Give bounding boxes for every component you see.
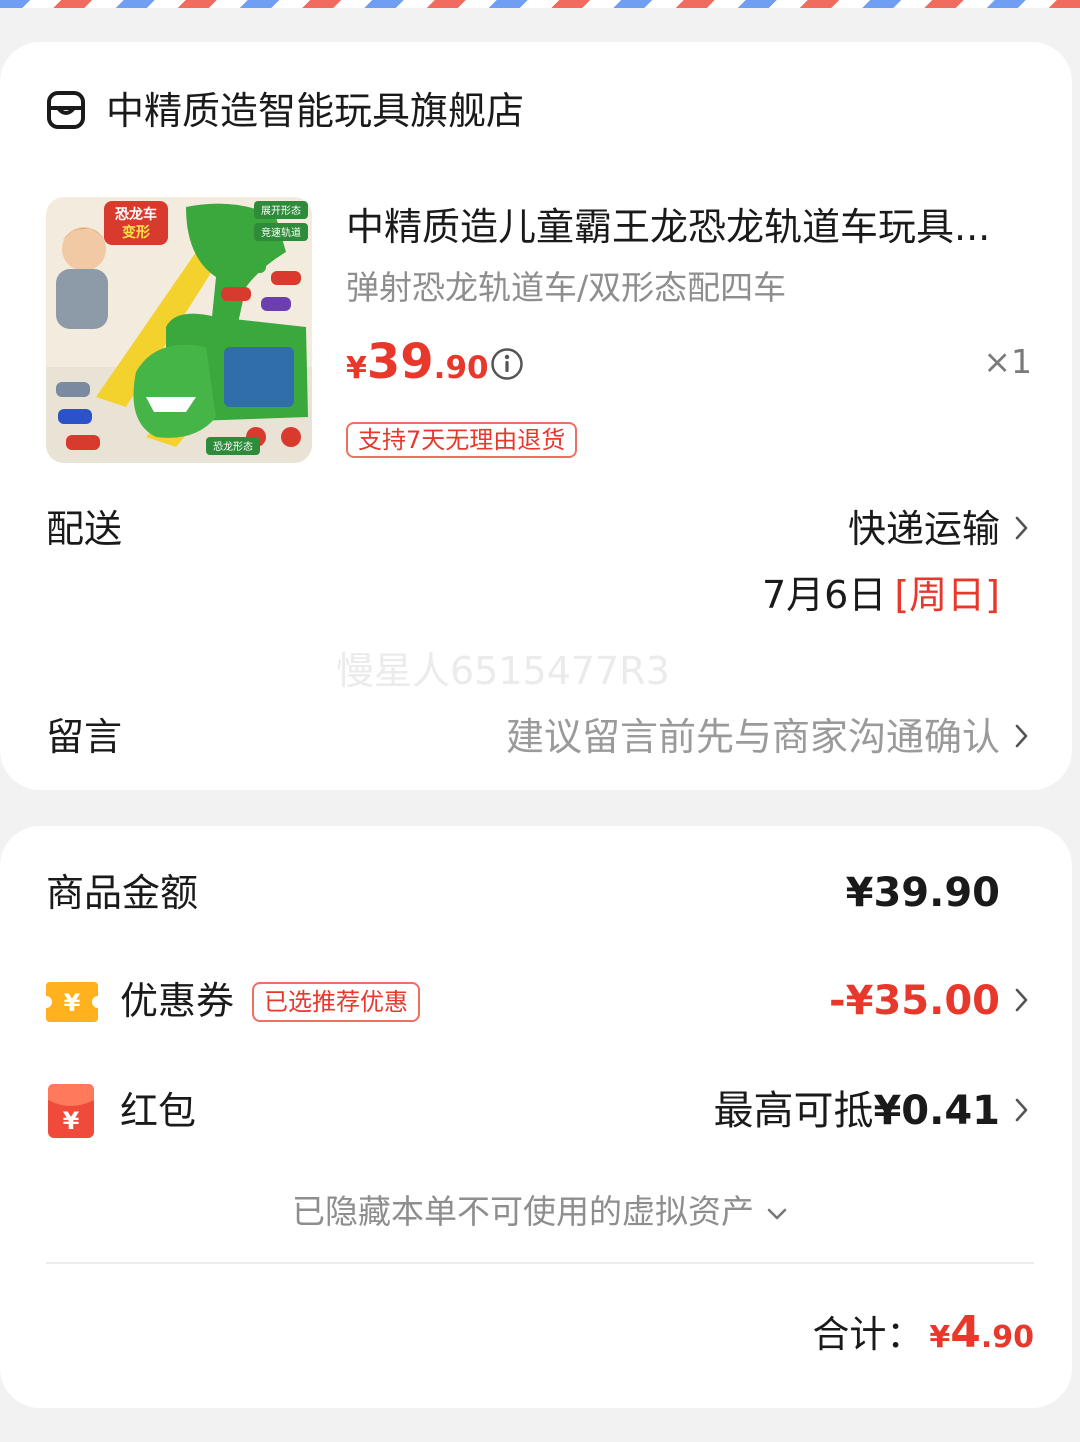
info-icon[interactable]	[490, 347, 524, 381]
hidden-assets-toggle[interactable]: 已隐藏本单不可使用的虚拟资产	[0, 1190, 1080, 1234]
total-currency: ¥	[929, 1320, 951, 1355]
coupon-icon-glyph: ¥	[64, 989, 81, 1017]
goods-amount-label: 商品金额	[46, 871, 199, 915]
store-icon	[47, 91, 85, 129]
store-name[interactable]: 中精质造智能玩具旗舰店	[106, 86, 524, 136]
divider	[46, 1262, 1034, 1264]
airmail-stripe	[0, 0, 1080, 8]
chevron-down-icon	[767, 1208, 787, 1219]
image-badge-line2: 变形	[122, 224, 150, 241]
delivery-weekday: [周日]	[894, 573, 1000, 617]
hidden-assets-text: 已隐藏本单不可使用的虚拟资产	[292, 1192, 754, 1231]
image-tag-3: 恐龙形态	[213, 440, 253, 453]
total-label: 合计：	[812, 1313, 924, 1356]
message-input[interactable]: 建议留言前先与商家沟通确认	[506, 712, 1000, 762]
chevron-right-icon[interactable]	[1014, 722, 1030, 750]
delivery-date: 7月6日 [周日]	[762, 570, 1000, 620]
image-tag-2: 竞速轨道	[261, 226, 301, 239]
order-total: 合计： ¥4.90	[812, 1306, 1034, 1369]
red-packet-label: 红包	[120, 1089, 197, 1133]
coupon-label: 优惠券	[120, 979, 235, 1023]
goods-amount-value: ¥39.90	[845, 870, 1000, 916]
price-decimal: .90	[433, 350, 489, 386]
product-image[interactable]: 恐龙车 变形 展开形态 竞速轨道 恐龙形态	[46, 197, 312, 463]
product-quantity: ×1	[983, 342, 1032, 381]
red-packet-prefix: 最高可抵	[713, 1088, 874, 1134]
product-price: ¥39.90	[346, 332, 489, 403]
delivery-label: 配送	[46, 507, 123, 551]
total-integer: 4	[950, 1307, 981, 1358]
message-label: 留言	[46, 715, 123, 759]
delivery-method[interactable]: 快递运输	[848, 504, 1000, 554]
return-policy-tag: 支持7天无理由退货	[346, 422, 578, 458]
image-badge-line1: 恐龙车	[115, 206, 157, 223]
red-packet-value[interactable]: 最高可抵¥0.41	[713, 1086, 1000, 1136]
coupon-recommended-tag: 已选推荐优惠	[252, 982, 420, 1022]
chevron-right-icon[interactable]	[1014, 986, 1030, 1014]
order-item-card: 中精质造智能玩具旗舰店 恐龙车 变形 展开形态 竞速轨道 恐龙形态 中精质造儿童…	[0, 42, 1072, 790]
total-decimal: .90	[980, 1320, 1034, 1355]
red-packet-amount: ¥0.41	[873, 1088, 1000, 1134]
watermark: 慢星人6515477R3	[336, 649, 670, 693]
price-currency: ¥	[346, 351, 367, 386]
price-integer: 39	[366, 334, 434, 390]
delivery-date-text: 7月6日	[761, 573, 887, 617]
product-title[interactable]: 中精质造儿童霸王龙恐龙轨道车玩具...	[346, 202, 1026, 252]
price-summary-card: 商品金额 ¥39.90 ¥ 优惠券 已选推荐优惠 -¥35.00 ¥ 红包 最高…	[0, 826, 1072, 1408]
red-packet-icon: ¥	[48, 1084, 94, 1138]
chevron-right-icon[interactable]	[1014, 514, 1030, 542]
red-packet-icon-glyph: ¥	[63, 1107, 80, 1135]
coupon-icon: ¥	[46, 982, 98, 1022]
image-tag-1: 展开形态	[261, 204, 301, 217]
coupon-discount-value[interactable]: -¥35.00	[829, 976, 1000, 1026]
chevron-right-icon[interactable]	[1014, 1096, 1030, 1124]
product-sku[interactable]: 弹射恐龙轨道车/双形态配四车	[346, 266, 786, 310]
